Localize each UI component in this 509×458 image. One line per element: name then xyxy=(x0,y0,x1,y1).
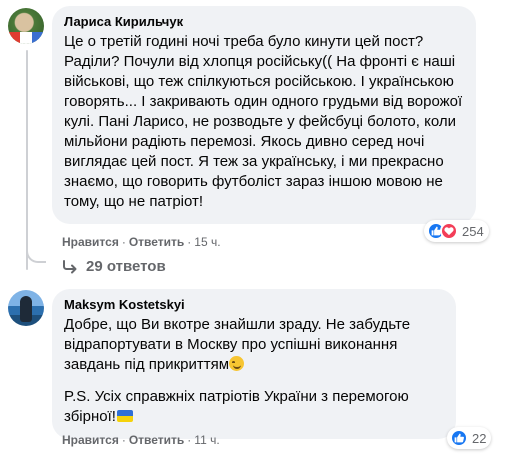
ukraine-flag-icon xyxy=(116,410,133,422)
separator: · xyxy=(187,433,192,447)
comment-actions: Нравится · Ответить · 11 ч. xyxy=(62,432,220,448)
reaction-count: 22 xyxy=(472,430,487,446)
comment-timestamp[interactable]: 15 ч. xyxy=(194,235,220,249)
reaction-count: 254 xyxy=(462,223,484,239)
like-button[interactable]: Нравится xyxy=(62,235,119,249)
view-replies-link[interactable]: 29 ответов xyxy=(62,258,166,275)
replies-count-label: 29 ответов xyxy=(86,258,166,275)
like-icon xyxy=(450,429,468,447)
comment-author[interactable]: Лариса Кирильчук xyxy=(64,14,464,30)
comment-text: Це о третій годині ночі треба було кинут… xyxy=(64,33,463,210)
separator: · xyxy=(121,235,126,249)
reply-button[interactable]: Ответить xyxy=(129,235,184,249)
reactions-summary[interactable]: 22 xyxy=(447,427,492,449)
comment-author[interactable]: Maksym Kostetskyi xyxy=(64,297,444,313)
comment-ps-main: P.S. Усіх справжніх патріотів України з … xyxy=(64,388,409,425)
reply-button[interactable]: Ответить xyxy=(129,433,184,447)
separator: · xyxy=(187,235,192,249)
comment-timestamp[interactable]: 11 ч. xyxy=(194,433,219,447)
comment-text: Добре, що Ви вкотре знайшли зраду. Не за… xyxy=(64,315,444,375)
like-button[interactable]: Нравится xyxy=(62,433,119,447)
love-icon xyxy=(440,222,458,240)
reply-arrow-icon xyxy=(63,259,77,273)
comment-bubble: Maksym Kostetskyi Добре, що Ви вкотре зн… xyxy=(52,289,456,439)
comment-bubble: Лариса Кирильчук Це о третій годині ночі… xyxy=(52,6,476,224)
reply-thread-connector xyxy=(26,225,46,263)
separator: · xyxy=(121,433,126,447)
avatar[interactable] xyxy=(8,8,44,44)
comment-ps-text: P.S. Усіх справжніх патріотів України з … xyxy=(64,387,444,427)
comment-actions: Нравится · Ответить · 15 ч. xyxy=(62,234,221,250)
avatar[interactable] xyxy=(8,290,44,326)
wink-emoji-icon xyxy=(229,356,245,371)
reactions-summary[interactable]: 254 xyxy=(424,220,489,242)
